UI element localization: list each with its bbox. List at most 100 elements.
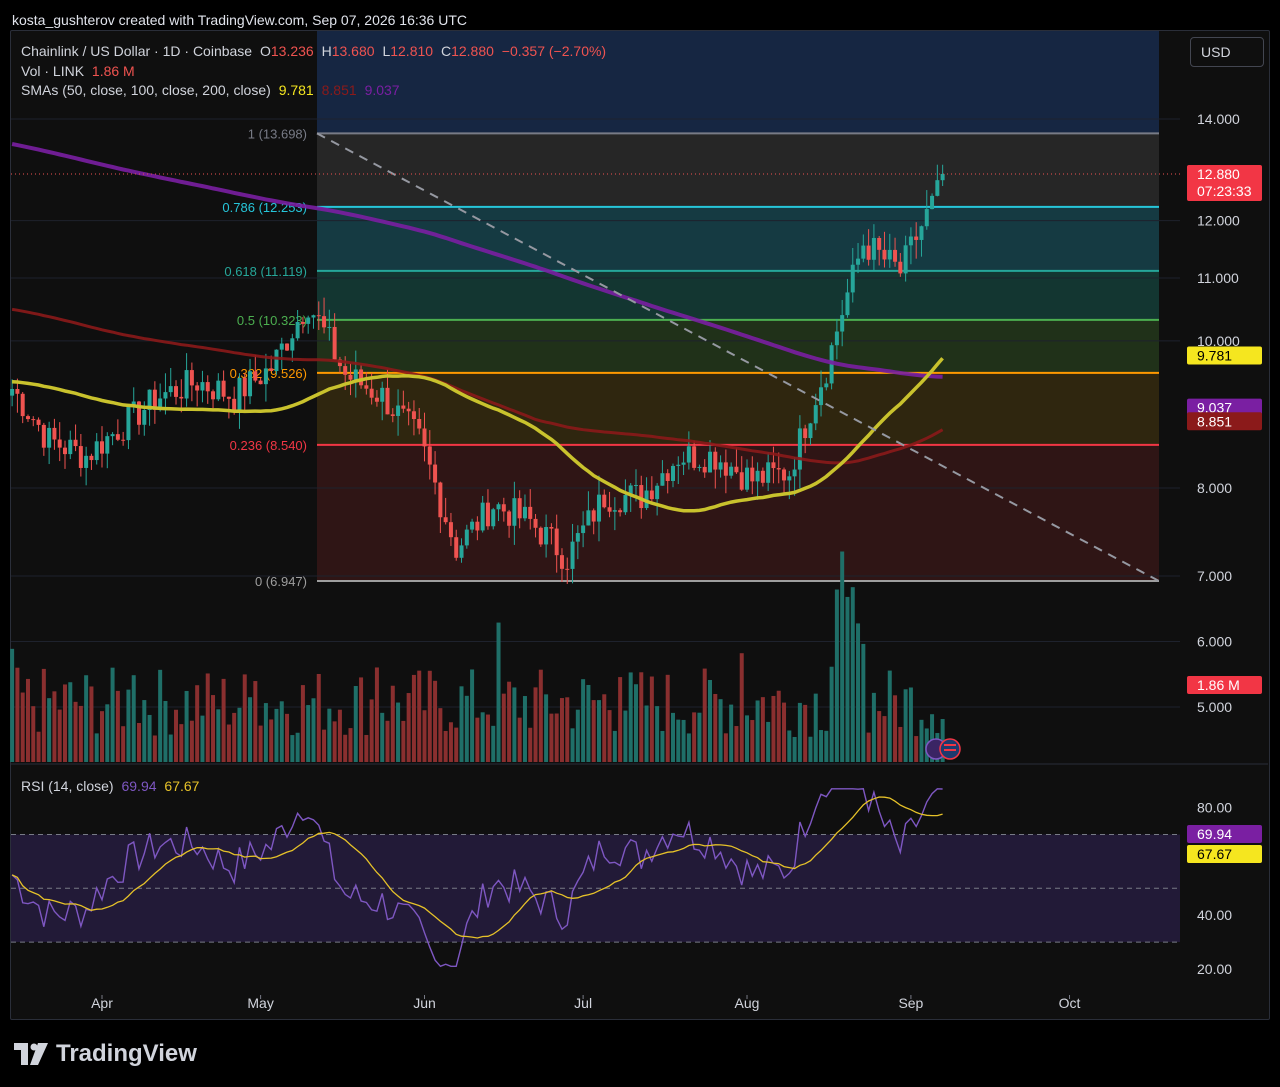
candle-body bbox=[665, 473, 670, 481]
volume-bar bbox=[189, 720, 194, 762]
volume-bar bbox=[332, 721, 337, 762]
candle-body bbox=[623, 495, 628, 513]
volume-bar bbox=[480, 712, 485, 762]
symbol-legend: Chainlink / US Dollar · 1D · Coinbase O1… bbox=[21, 43, 610, 59]
rsi-pane bbox=[11, 763, 1268, 968]
volume-bar bbox=[871, 692, 876, 762]
candle-body bbox=[174, 386, 179, 397]
candle-body bbox=[205, 382, 210, 392]
volume-bar bbox=[343, 734, 348, 762]
volume-bar bbox=[760, 697, 765, 762]
volume-bar bbox=[845, 596, 850, 762]
candle-body bbox=[232, 398, 237, 410]
volume-bar bbox=[898, 726, 903, 762]
volume-bar bbox=[739, 653, 744, 762]
volume-bar bbox=[406, 693, 411, 762]
volume-bar bbox=[168, 734, 173, 762]
us-flag-stripe-icon bbox=[944, 744, 956, 746]
volume-bar bbox=[570, 728, 575, 762]
candle-body bbox=[168, 386, 173, 393]
y-tick-label: 8.000 bbox=[1197, 480, 1232, 496]
fib-zone bbox=[317, 444, 1159, 582]
volume-bar bbox=[708, 679, 713, 762]
candle-body bbox=[702, 466, 707, 473]
volume-bar bbox=[628, 672, 633, 762]
volume-bar bbox=[702, 668, 707, 762]
event-flags bbox=[925, 738, 961, 760]
volume-bar bbox=[692, 712, 697, 762]
x-tick-label: Jun bbox=[413, 995, 436, 1011]
volume-bar bbox=[57, 709, 62, 762]
candle-body bbox=[898, 261, 903, 274]
volume-bar bbox=[782, 702, 787, 762]
volume-bar bbox=[411, 674, 416, 762]
candle-body bbox=[681, 462, 686, 465]
volume-bar bbox=[565, 697, 570, 762]
candle-body bbox=[924, 209, 929, 227]
high-label: H bbox=[321, 43, 332, 59]
candle-body bbox=[348, 374, 353, 380]
candle-body bbox=[745, 467, 750, 490]
fib-level-label: 1 (13.698) bbox=[248, 126, 307, 141]
candle-body bbox=[596, 494, 601, 522]
candle-body bbox=[475, 521, 480, 531]
y-tick-label: 12.000 bbox=[1197, 213, 1240, 229]
candle-body bbox=[908, 236, 913, 246]
volume-bar bbox=[893, 695, 898, 762]
fib-level-label: 0.786 (12.253) bbox=[222, 200, 307, 215]
volume-bar bbox=[100, 711, 104, 762]
volume-bar bbox=[369, 699, 374, 762]
candle-body bbox=[274, 349, 279, 372]
candle-body bbox=[36, 419, 41, 425]
volume-bar bbox=[797, 702, 802, 762]
volume-bar bbox=[242, 674, 247, 762]
volume-bar bbox=[52, 691, 57, 762]
volume-bar bbox=[359, 677, 364, 762]
candle-body bbox=[258, 380, 263, 385]
volume-bar bbox=[448, 722, 453, 762]
volume-bar bbox=[596, 700, 601, 762]
volume-bar bbox=[364, 734, 369, 762]
volume-bar bbox=[850, 587, 855, 762]
volume-bar bbox=[147, 714, 152, 762]
candle-body bbox=[364, 385, 369, 389]
candle-body bbox=[496, 504, 501, 510]
candle-body bbox=[729, 466, 734, 476]
volume-bar bbox=[840, 551, 845, 762]
volume-legend: Vol · LINK 1.86 M bbox=[21, 63, 139, 79]
candle-body bbox=[612, 510, 617, 512]
candle-body bbox=[935, 180, 940, 196]
volume-bar bbox=[507, 681, 512, 762]
chart-canvas[interactable]: 1 (13.698) 0.786 (12.253) 0.618 (11.119) 0.… bbox=[0, 0, 1280, 1087]
candle-body bbox=[565, 568, 570, 570]
candle-body bbox=[591, 510, 596, 522]
candle-body bbox=[750, 467, 755, 482]
fib-zone bbox=[317, 319, 1159, 373]
volume-bar bbox=[887, 670, 892, 762]
volume-bar bbox=[348, 728, 353, 762]
candle-body bbox=[121, 439, 126, 441]
volume-bar bbox=[390, 685, 395, 762]
volume-bar bbox=[41, 668, 46, 762]
candle-body bbox=[803, 428, 808, 439]
volume-bar bbox=[20, 692, 25, 762]
volume-bar bbox=[914, 736, 919, 762]
candle-body bbox=[792, 469, 797, 477]
volume-bar bbox=[47, 698, 52, 762]
candle-body bbox=[813, 405, 818, 424]
volume-bar bbox=[459, 686, 464, 762]
volume-value: 1.86 M bbox=[91, 63, 135, 79]
volume-bar bbox=[94, 733, 99, 762]
currency-button[interactable]: USD bbox=[1190, 37, 1264, 67]
volume-bar bbox=[602, 694, 607, 762]
volume-bar bbox=[121, 726, 126, 762]
candle-body bbox=[549, 527, 554, 529]
candle-body bbox=[914, 236, 919, 240]
volume-bar bbox=[316, 673, 321, 762]
volume-bar bbox=[718, 699, 723, 762]
candle-body bbox=[464, 529, 469, 546]
candle-body bbox=[359, 369, 364, 386]
x-tick-label: Jul bbox=[574, 995, 592, 1011]
candle-body bbox=[221, 380, 226, 397]
candle-body bbox=[581, 525, 586, 534]
